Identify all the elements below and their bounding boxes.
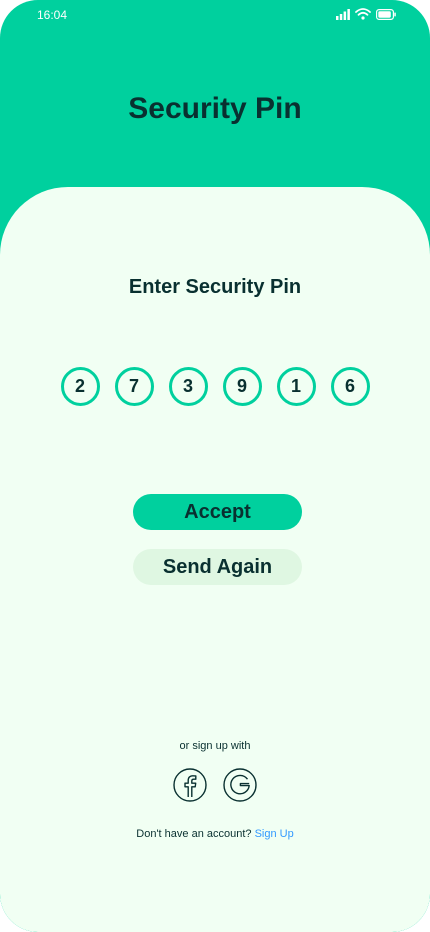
signup-prompt-text: Don't have an account? <box>136 828 255 840</box>
signup-prompt: Don't have an account? Sign Up <box>0 828 430 840</box>
content-sheet: Enter Security Pin 2 7 3 9 1 6 Accept Se… <box>0 187 430 932</box>
status-bar: 16:04 <box>0 0 430 32</box>
social-signup-label: or sign up with <box>179 740 251 752</box>
status-icons <box>336 8 396 20</box>
battery-icon <box>376 8 396 20</box>
pin-digit-1[interactable]: 2 <box>60 367 100 406</box>
wifi-icon <box>355 8 371 20</box>
pin-digit-5[interactable]: 1 <box>276 367 316 406</box>
pin-digit-3[interactable]: 3 <box>168 367 208 406</box>
pin-digit-6[interactable]: 6 <box>330 367 370 406</box>
signup-link[interactable]: Sign Up <box>255 828 294 840</box>
phone-screen: 16:04 Security Pin Enter Security Pin 2 … <box>0 0 430 932</box>
pin-input-row: 2 7 3 9 1 6 <box>0 367 430 406</box>
google-icon[interactable] <box>223 768 257 802</box>
page-title: Security Pin <box>128 92 302 125</box>
facebook-icon[interactable] <box>173 768 207 802</box>
send-again-button[interactable]: Send Again <box>133 549 302 585</box>
pin-digit-4[interactable]: 9 <box>222 367 262 406</box>
signal-icon <box>336 8 350 20</box>
status-time: 16:04 <box>37 8 68 22</box>
pin-digit-2[interactable]: 7 <box>114 367 154 406</box>
pin-heading: Enter Security Pin <box>128 276 302 298</box>
accept-button[interactable]: Accept <box>133 494 302 530</box>
social-buttons <box>0 768 430 802</box>
